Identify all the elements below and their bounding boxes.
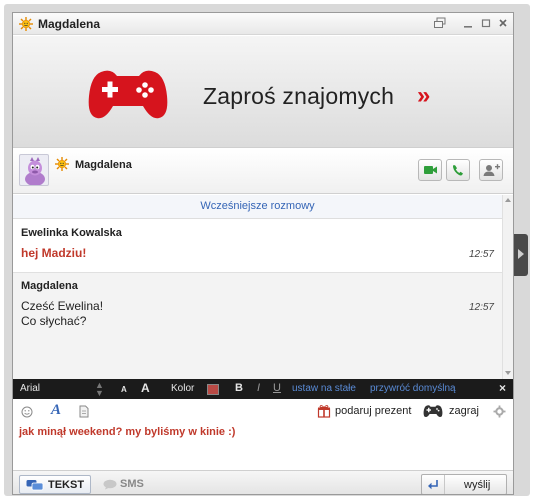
chat-window: Magdalena Zaproś znajomych » Magdalena W… bbox=[12, 12, 514, 495]
message-time: 12:57 bbox=[468, 302, 494, 313]
font-style-icon[interactable]: A bbox=[51, 402, 61, 419]
add-user-icon bbox=[483, 164, 500, 176]
chat-message: Magdalena Cześć Ewelina! Co słychać? 12:… bbox=[13, 273, 502, 379]
titlebar: Magdalena bbox=[13, 13, 513, 35]
invite-friends-banner[interactable]: Zaproś znajomych » bbox=[13, 36, 513, 148]
windows-icon bbox=[434, 17, 446, 28]
font-size-up-button[interactable]: A bbox=[141, 381, 150, 395]
chat-message: Ewelinka Kowalska hej Madziu! 12:57 bbox=[13, 220, 502, 273]
text-mode-tab[interactable]: TEKST bbox=[19, 475, 91, 494]
set-default-link[interactable]: ustaw na stałe bbox=[292, 383, 356, 394]
sms-mode-tab[interactable]: SMS bbox=[101, 475, 161, 494]
underline-button[interactable]: U bbox=[273, 382, 281, 394]
font-select[interactable]: Arial bbox=[20, 383, 40, 394]
sms-mode-label: SMS bbox=[120, 478, 144, 490]
avatar-image bbox=[25, 157, 45, 185]
message-author: Magdalena bbox=[21, 280, 78, 292]
restore-default-link[interactable]: przywróć domyślną bbox=[370, 383, 456, 394]
send-divider bbox=[444, 475, 445, 494]
scroll-up-icon[interactable] bbox=[505, 198, 511, 202]
tools-row: A podaruj prezent zagraj bbox=[13, 400, 513, 422]
italic-button[interactable]: I bbox=[257, 382, 260, 394]
detach-window-button[interactable] bbox=[433, 16, 447, 30]
contact-header: Magdalena bbox=[13, 149, 513, 194]
font-size-down-button[interactable]: A bbox=[121, 385, 127, 394]
voice-call-button[interactable] bbox=[446, 159, 470, 181]
maximize-icon bbox=[481, 19, 491, 28]
chat-bubbles-icon bbox=[26, 480, 44, 491]
banner-text: Zaproś znajomych bbox=[203, 83, 395, 109]
chevron-right-icon bbox=[518, 249, 524, 259]
message-text: Cześć Ewelina! bbox=[21, 299, 104, 313]
gear-icon[interactable] bbox=[493, 405, 506, 418]
avatar[interactable] bbox=[19, 154, 49, 186]
add-person-button[interactable] bbox=[479, 159, 503, 181]
video-call-button[interactable] bbox=[418, 159, 442, 181]
minimize-button[interactable] bbox=[461, 16, 475, 30]
font-select-stepper-icon[interactable]: ▲ ▼ bbox=[95, 381, 104, 398]
close-button[interactable] bbox=[496, 16, 510, 30]
bold-button[interactable]: B bbox=[235, 382, 243, 394]
chat-scrollbar[interactable] bbox=[502, 195, 513, 379]
video-camera-icon bbox=[424, 166, 437, 174]
color-swatch[interactable] bbox=[207, 384, 219, 395]
sun-status-icon bbox=[19, 17, 33, 31]
send-button[interactable]: wyślij bbox=[421, 474, 507, 494]
smiley-icon[interactable] bbox=[21, 406, 33, 418]
give-gift-button[interactable]: podaruj prezent bbox=[335, 405, 411, 417]
play-game-button[interactable]: zagraj bbox=[449, 405, 479, 417]
send-label: wyślij bbox=[464, 479, 491, 491]
file-icon[interactable] bbox=[79, 405, 89, 418]
maximize-button[interactable] bbox=[479, 16, 493, 30]
minimize-icon bbox=[464, 26, 472, 28]
phone-icon bbox=[453, 165, 463, 176]
message-input-text: jak minął weekend? my byliśmy w kinie :) bbox=[19, 426, 236, 438]
gamepad-icon bbox=[88, 70, 168, 119]
close-format-bar-button[interactable]: × bbox=[499, 381, 506, 395]
speech-bubble-icon bbox=[103, 479, 117, 490]
gamepad-icon bbox=[423, 405, 443, 417]
message-author: Ewelinka Kowalska bbox=[21, 227, 122, 239]
message-time: 12:57 bbox=[468, 249, 494, 260]
close-icon bbox=[499, 19, 507, 27]
sun-status-icon bbox=[55, 157, 69, 171]
message-text: hej Madziu! bbox=[21, 246, 87, 260]
side-panel-toggle[interactable] bbox=[514, 234, 528, 276]
gift-icon bbox=[317, 405, 331, 418]
earlier-conversations-link[interactable]: Wcześniejsze rozmowy bbox=[13, 195, 502, 219]
color-label: Kolor bbox=[171, 383, 195, 394]
bottom-bar: TEKST SMS wyślij bbox=[13, 470, 513, 494]
enter-key-icon bbox=[428, 480, 438, 490]
contact-name: Magdalena bbox=[75, 159, 132, 171]
text-mode-label: TEKST bbox=[48, 479, 85, 491]
formatting-toolbar: Arial ▲ ▼ A A Kolor B I U ustaw na stałe … bbox=[13, 379, 513, 399]
message-text: Co słychać? bbox=[21, 314, 87, 328]
scroll-down-icon[interactable] bbox=[505, 371, 511, 375]
window-title: Magdalena bbox=[38, 17, 101, 31]
banner-arrow: » bbox=[417, 82, 431, 109]
conversation-area: Wcześniejsze rozmowy Ewelinka Kowalska h… bbox=[13, 195, 513, 379]
message-input[interactable]: jak minął weekend? my byliśmy w kinie :) bbox=[13, 422, 513, 476]
